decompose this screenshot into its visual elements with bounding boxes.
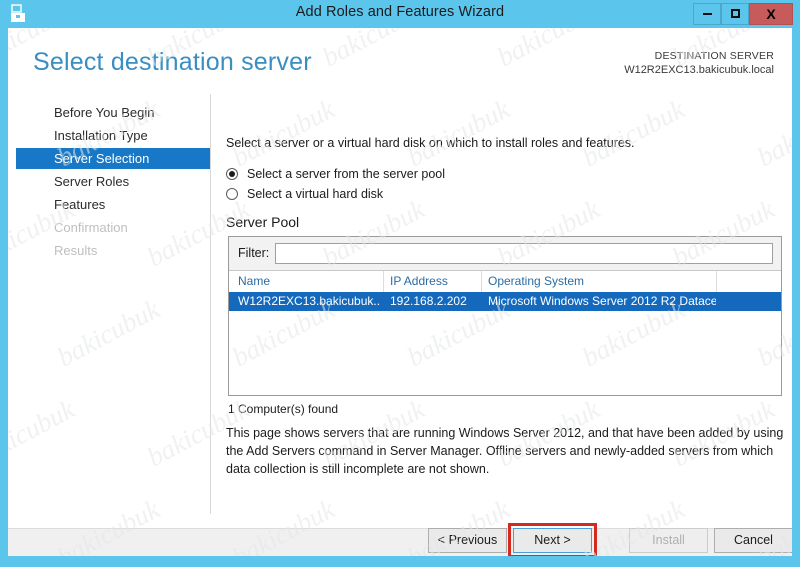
sidebar-item-results: Results — [54, 243, 98, 258]
sidebar-item-server-selection[interactable]: Server Selection — [16, 148, 210, 169]
sidebar-item-before-you-begin[interactable]: Before You Begin — [16, 102, 210, 123]
column-header-name[interactable]: Name — [238, 274, 270, 288]
column-divider — [716, 271, 717, 292]
next-button[interactable]: Next > — [513, 528, 592, 553]
cell-ip-address: 192.168.2.202 — [390, 294, 467, 308]
column-divider — [383, 271, 384, 292]
radio-selected-icon — [226, 168, 238, 180]
maximize-button[interactable] — [721, 3, 749, 25]
destination-server-label: DESTINATION SERVER — [654, 50, 774, 62]
server-grid-header: Name IP Address Operating System — [229, 271, 781, 293]
sidebar-divider — [210, 94, 211, 514]
destination-server-block: DESTINATION SERVER W12R2EXC13.bakicubuk.… — [624, 50, 774, 76]
title-bar: Add Roles and Features Wizard X — [0, 0, 800, 28]
page-title: Select destination server — [33, 48, 312, 76]
page-description: This page shows servers that are running… — [226, 426, 784, 476]
cell-name: W12R2EXC13.bakicubuk.... — [238, 294, 380, 308]
server-pool-panel: Filter: Name IP Address Operating System — [228, 236, 782, 396]
filter-input[interactable] — [275, 243, 773, 264]
computers-found-text: 1 Computer(s) found — [228, 402, 339, 416]
minimize-icon — [702, 12, 712, 15]
close-button[interactable]: X — [749, 3, 793, 25]
window-title: Add Roles and Features Wizard — [295, 4, 505, 20]
sidebar-item-confirmation: Confirmation — [54, 220, 128, 235]
table-row[interactable]: W12R2EXC13.bakicubuk.... 192.168.2.202 M… — [229, 292, 781, 311]
destination-server-value: W12R2EXC13.bakicubuk.local — [624, 64, 774, 76]
page-header: Select destination server DESTINATION SE… — [8, 28, 792, 90]
radio-select-virtual-hard-disk[interactable]: Select a virtual hard disk — [226, 187, 383, 205]
radio-select-virtual-hard-disk-label: Select a virtual hard disk — [247, 187, 384, 201]
maximize-icon — [730, 9, 740, 19]
server-grid-body: W12R2EXC13.bakicubuk.... 192.168.2.202 M… — [229, 292, 781, 395]
filter-label: Filter: — [238, 246, 270, 260]
body-area: Before You Begin Installation Type Server … — [8, 90, 792, 528]
cancel-button[interactable]: Cancel — [714, 528, 792, 553]
sidebar-item-features[interactable]: Features — [16, 194, 210, 215]
client-area: bakicubuk bakicubuk bakicubuk bakicubuk baki… — [8, 28, 792, 556]
column-header-operating-system[interactable]: Operating System — [488, 274, 584, 288]
install-button: Install — [629, 528, 708, 553]
radio-select-server-pool[interactable]: Select a server from the server pool — [226, 167, 445, 185]
minimize-button[interactable] — [693, 3, 721, 25]
column-header-ip-address[interactable]: IP Address — [390, 274, 448, 288]
filter-row: Filter: — [229, 237, 781, 271]
intro-text: Select a server or a virtual hard disk o… — [226, 136, 635, 150]
column-divider — [481, 271, 482, 292]
wizard-steps-sidebar: Before You Begin Installation Type Server … — [8, 90, 210, 528]
cell-operating-system: Microsoft Windows Server 2012 R2 Datacen… — [488, 294, 716, 308]
wizard-window: Add Roles and Features Wizard X bakicubu… — [0, 0, 800, 567]
sidebar-item-server-roles[interactable]: Server Roles — [16, 171, 210, 192]
radio-unselected-icon — [226, 188, 238, 200]
footer-bar: < Previous Next > Install Cancel — [8, 523, 792, 556]
server-pool-heading: Server Pool — [226, 214, 300, 230]
sidebar-item-installation-type[interactable]: Installation Type — [16, 125, 210, 146]
previous-button[interactable]: < Previous — [428, 528, 507, 553]
radio-select-server-pool-label: Select a server from the server pool — [247, 167, 445, 181]
main-pane: Select a server or a virtual hard disk o… — [218, 90, 792, 528]
